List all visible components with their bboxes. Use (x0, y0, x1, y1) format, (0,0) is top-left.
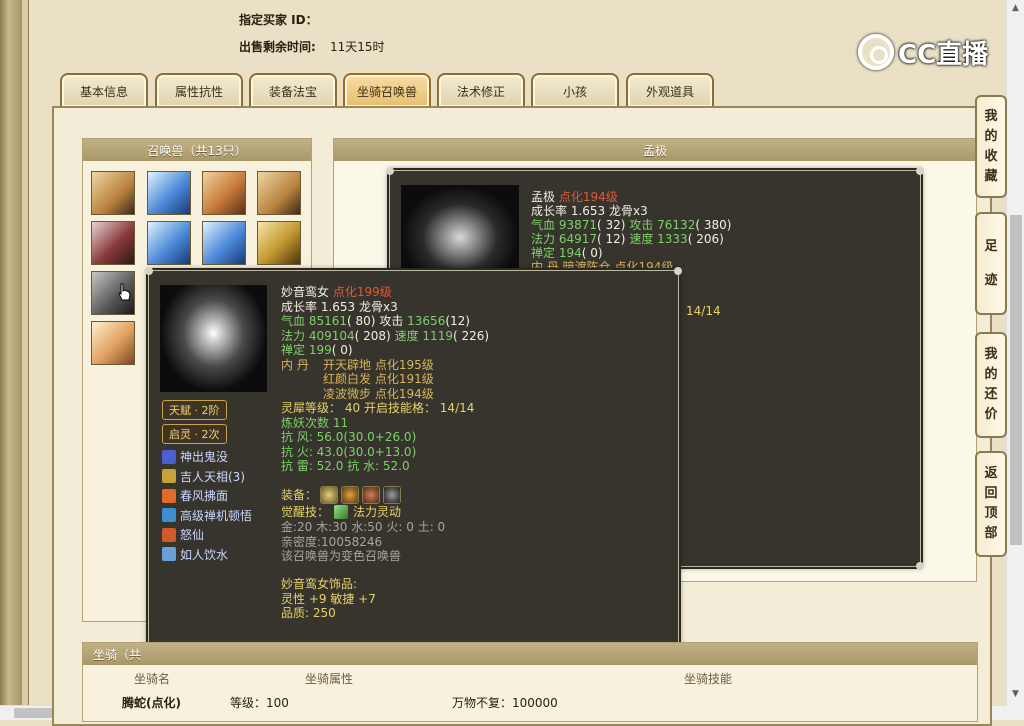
front-growth: 成长率 1.653 龙骨x3 (281, 299, 398, 314)
summon-avatar[interactable] (91, 321, 135, 365)
mount-col-name: 坐骑名 (134, 672, 171, 686)
front-intimacy: 亲密度:10058246 (281, 534, 383, 549)
front-hp-atk: 气血 85161( 80) 攻击 13656(12) (281, 314, 470, 328)
back-to-top-button[interactable]: 返回顶部 (975, 451, 1007, 557)
mount-skill-cell: 万物不复：100000 (452, 696, 558, 710)
tab-appearance[interactable]: 外观道具 (626, 73, 714, 107)
summon-avatar[interactable] (202, 171, 246, 215)
skill-icon (162, 527, 176, 542)
tab-equipment[interactable]: 装备法宝 (249, 73, 337, 107)
front-ornament-quality: 品质: 250 (281, 606, 336, 620)
skill-item[interactable]: 吉人天相(3) (162, 467, 252, 487)
tab-attributes[interactable]: 属性抗性 (155, 73, 243, 107)
buyer-id-label: 指定买家 ID： (239, 13, 318, 27)
front-inner-3: 凌波微步 点化194级 (323, 386, 434, 401)
front-refine-count: 炼妖次数 11 (281, 415, 349, 430)
scroll-up-arrow-icon[interactable]: ▲ (1007, 0, 1024, 17)
summon-avatar[interactable] (91, 171, 135, 215)
my-counter-offer-button[interactable]: 我的还价 (975, 332, 1007, 438)
pet-image-mengji (401, 185, 519, 280)
left-frame-inner (22, 0, 29, 720)
skill-icon (162, 508, 176, 523)
skill-item[interactable]: 神出鬼没 (162, 447, 252, 467)
awaken-skill-icon (334, 505, 348, 519)
front-spirit-level: 灵犀等级： 40 开启技能格： 14/14 (281, 401, 475, 415)
front-equip-label: 装备： (281, 488, 318, 502)
front-elements: 金:20 木:30 水:50 火: 0 土: 0 (281, 520, 446, 534)
back-growth: 成长率 1.653 龙骨x3 (531, 204, 648, 218)
front-resist-fire: 抗 火: 43.0(30.0+13.0) (281, 444, 417, 459)
skill-icon (162, 488, 176, 503)
front-inner-1: 开天辟地 点化195级 (323, 357, 434, 372)
mount-name-cell: 腾蛇(点化) (122, 696, 181, 710)
front-pet-name-line: 妙音鸾女 点化199级 (281, 285, 392, 299)
footprint-button[interactable]: 足迹 (975, 212, 1007, 315)
mount-panel-title: 坐骑（共 (83, 643, 977, 665)
back-to-top-label: 返回顶部 (984, 466, 998, 541)
front-mp-spd: 法力 409104( 208) 速度 1119( 226) (281, 328, 490, 343)
front-inner-2: 红颜白发 点化191级 (323, 372, 434, 386)
back-mp-spd: 法力 64917( 12) 速度 1333( 206) (531, 232, 724, 246)
summon-avatar[interactable] (257, 171, 301, 215)
equip-slot-icon[interactable] (341, 486, 359, 504)
summon-avatar[interactable] (202, 221, 246, 265)
back-skill-slots: 14/14 (686, 304, 721, 318)
summons-panel-title: 召唤兽（共13只） (83, 139, 311, 161)
skill-item[interactable]: 怒仙 (162, 525, 252, 545)
tab-mount-summons[interactable]: 坐骑召唤兽 (343, 73, 431, 107)
summon-avatar[interactable] (147, 171, 191, 215)
skill-item[interactable]: 如人饮水 (162, 545, 252, 565)
tab-child[interactable]: 小孩 (531, 73, 619, 107)
cc-logo: CC直播 (858, 32, 988, 72)
scroll-down-arrow-icon[interactable]: ▼ (1007, 686, 1024, 703)
front-inner-label: 内 丹 (281, 357, 309, 372)
equip-slot-icon[interactable] (320, 486, 338, 504)
mount-attr-cell: 等级：100 (230, 696, 289, 710)
front-resist-thunder-water: 抗 雷: 52.0 抗 水: 52.0 (281, 459, 410, 473)
summon-detail-title: 孟极 (334, 139, 976, 161)
skill-icon (162, 449, 176, 464)
my-counter-offer-label: 我的还价 (984, 347, 998, 422)
front-awaken-value: 法力灵动 (353, 505, 402, 519)
back-hp-atk: 气血 93871( 32) 攻击 76132( 380) (531, 218, 732, 232)
back-pet-name-line: 孟极 点化194级 (531, 190, 618, 204)
summon-avatar[interactable] (91, 221, 135, 265)
equip-slot-icon[interactable] (362, 486, 380, 504)
front-ornament-stats: 灵性 +9 敏捷 +7 (281, 591, 376, 606)
my-favorites-button[interactable]: 我的收藏 (975, 95, 1007, 198)
back-focus: 禅定 194( 0) (531, 246, 603, 260)
cc-logo-icon (858, 34, 894, 70)
front-focus: 禅定 199( 0) (281, 343, 353, 357)
front-ornament-title: 妙音鸾女饰品: (281, 577, 358, 591)
summon-avatar[interactable] (257, 221, 301, 265)
front-resist-wind: 抗 风: 56.0(30.0+26.0) (281, 430, 417, 444)
skill-icon (162, 469, 176, 484)
my-favorites-label: 我的收藏 (984, 108, 998, 184)
pet-image-miaoyin (160, 285, 267, 392)
skill-item[interactable]: 春风拂面 (162, 486, 252, 506)
tab-basic-info[interactable]: 基本信息 (60, 73, 148, 107)
skill-icon (162, 547, 176, 562)
mount-col-skill: 坐骑技能 (684, 672, 733, 686)
front-awaken-label: 觉醒技： (281, 505, 330, 519)
footprint-label: 足迹 (984, 238, 998, 288)
talent-badge: 天赋 · 2阶 (162, 400, 227, 420)
tab-spell-correction[interactable]: 法术修正 (437, 73, 525, 107)
mount-col-attr: 坐骑属性 (305, 672, 354, 686)
left-frame (0, 0, 23, 720)
skill-list: 神出鬼没 吉人天相(3) 春风拂面 高级禅机顿悟 怒仙 如人饮水 (162, 447, 252, 564)
time-remaining-label: 出售剩余时间: (239, 40, 316, 54)
hand-cursor-icon (118, 283, 131, 301)
skill-item[interactable]: 高级禅机顿悟 (162, 506, 252, 526)
summon-avatar[interactable] (147, 221, 191, 265)
spirit-badge: 启灵 · 2次 (162, 424, 227, 444)
front-variant-note: 该召唤兽为变色召唤兽 (281, 549, 402, 563)
equip-slot-icon[interactable] (383, 486, 401, 504)
time-remaining-value: 11天15时 (330, 40, 385, 54)
vertical-scroll-thumb[interactable] (1010, 215, 1022, 545)
